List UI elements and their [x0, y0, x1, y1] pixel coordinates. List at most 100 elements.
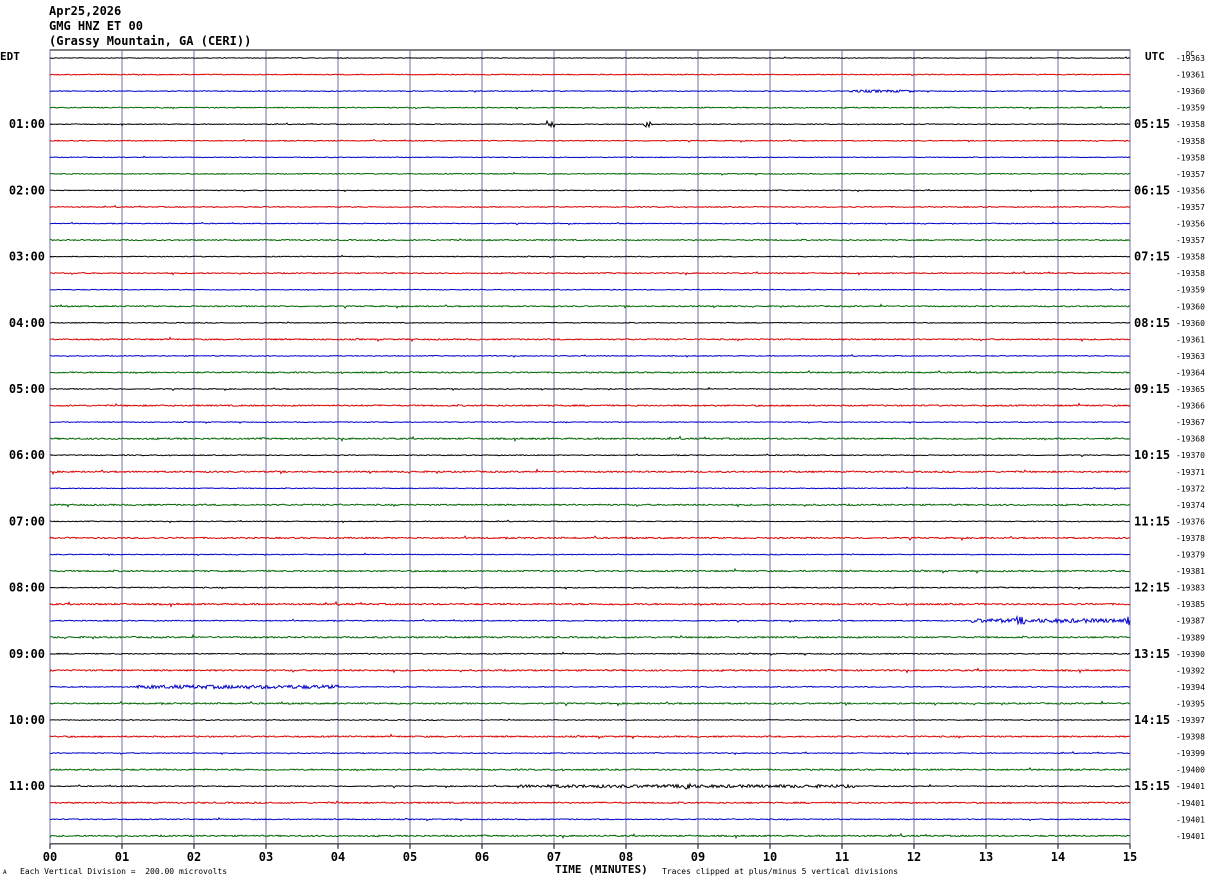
x-tick-label: 02	[187, 850, 201, 864]
x-tick-label: 06	[475, 850, 489, 864]
edt-hour-label: 03:00	[9, 250, 45, 264]
x-tick-label: 03	[259, 850, 273, 864]
trace-line	[49, 321, 1131, 324]
x-tick-label: 07	[547, 850, 561, 864]
edt-hour-label: 05:00	[9, 382, 45, 396]
dc-offset-label: -19360	[1176, 87, 1205, 96]
dc-offset-label: -19383	[1176, 584, 1205, 593]
x-tick-label: 08	[619, 850, 633, 864]
trace-line	[49, 567, 1131, 574]
dc-offset-label: -19358	[1176, 269, 1205, 278]
trace-line	[49, 766, 1131, 772]
trace-line	[49, 468, 1131, 476]
dc-offset-label: -19358	[1176, 137, 1205, 146]
dc-offset-label: -19357	[1176, 170, 1205, 179]
dc-offset-label: -19360	[1176, 302, 1205, 311]
trace-line	[49, 519, 1131, 524]
edt-hour-label: 09:00	[9, 647, 45, 661]
grid-lines	[49, 49, 1131, 849]
trace-line	[49, 420, 1131, 424]
trace-line	[49, 782, 1131, 790]
trace-line	[49, 386, 1131, 392]
dc-offset-label: -19359	[1176, 104, 1205, 113]
trace-line	[49, 204, 1131, 209]
dc-offset-label: -19363	[1176, 54, 1205, 63]
x-tick-label: 12	[907, 850, 921, 864]
dc-offset-label: -19400	[1176, 766, 1205, 775]
dc-offset-label: -19367	[1176, 418, 1205, 427]
trace-line	[49, 800, 1131, 805]
dc-offset-label: -19389	[1176, 633, 1205, 642]
x-tick-label: 11	[835, 850, 849, 864]
dc-offset-label: -19390	[1176, 650, 1205, 659]
trace-line	[49, 402, 1131, 408]
x-tick-label: 14	[1051, 850, 1065, 864]
trace-line	[49, 105, 1131, 110]
edt-hour-label: 01:00	[9, 117, 45, 131]
trace-line	[49, 453, 1131, 458]
utc-hour-label: 05:15	[1134, 117, 1170, 131]
utc-hour-label: 12:15	[1134, 581, 1170, 595]
footer-clip: Traces clipped at plus/minus 5 vertical …	[662, 867, 899, 876]
x-tick-label: 09	[691, 850, 705, 864]
trace-line	[49, 535, 1131, 542]
x-tick-label: 00	[43, 850, 57, 864]
dc-offset-label: -19361	[1176, 71, 1205, 80]
dc-offset-label: -19376	[1176, 517, 1205, 526]
dc-offset-label: -19360	[1176, 319, 1205, 328]
x-tick-label: 04	[331, 850, 345, 864]
utc-hour-label: 09:15	[1134, 382, 1170, 396]
trace-line	[49, 270, 1131, 276]
trace-line	[49, 221, 1131, 226]
dc-offset-label: -19401	[1176, 799, 1205, 808]
dc-offset-label: -19399	[1176, 749, 1205, 758]
footer-mark: A	[3, 869, 7, 876]
dc-offset-label: -19358	[1176, 120, 1205, 129]
trace-line	[50, 336, 1131, 343]
trace-line	[49, 700, 1131, 707]
trace-line	[49, 56, 1131, 59]
dc-offset-label: -19371	[1176, 468, 1205, 477]
utc-hour-label: 07:15	[1134, 250, 1170, 264]
trace-line	[49, 138, 1131, 143]
trace-line	[49, 503, 1131, 508]
dc-offset-label: -19365	[1176, 385, 1205, 394]
dc-offset-label: -19361	[1176, 335, 1205, 344]
utc-hour-label: 13:15	[1134, 647, 1170, 661]
x-axis-title: TIME (MINUTES)	[555, 863, 648, 876]
trace-line	[49, 188, 1131, 193]
axis-labels: 00 01 02 03 04 05 06 07 08 09 10 11 12 13 14 15 -19363 -1…	[9, 54, 1205, 864]
x-tick-label: 15	[1123, 850, 1137, 864]
trace-line	[49, 354, 1131, 358]
edt-hour-label: 08:00	[9, 581, 45, 595]
utc-hour-label: 08:15	[1134, 316, 1170, 330]
dc-offset-label: -19370	[1176, 451, 1205, 460]
x-tick-label: 01	[115, 850, 129, 864]
edt-hour-label: 02:00	[9, 183, 45, 197]
trace-line	[49, 486, 1131, 491]
dc-offset-label: -19368	[1176, 435, 1205, 444]
edt-hour-label: 07:00	[9, 514, 45, 528]
dc-offset-label: -19359	[1176, 286, 1205, 295]
x-tick-label: 10	[763, 850, 777, 864]
dc-offset-label: -19395	[1176, 699, 1205, 708]
dc-offset-label: -19401	[1176, 782, 1205, 791]
helicorder-plot: 00 01 02 03 04 05 06 07 08 09 10 11 12 13 14 15 -19363 -1…	[9, 49, 1205, 864]
dc-offset-label: -19372	[1176, 484, 1205, 493]
dc-offset-label: -19374	[1176, 501, 1205, 510]
trace-line	[49, 73, 1131, 77]
dc-offset-label: -19394	[1176, 683, 1205, 692]
utc-hour-label: 15:15	[1134, 779, 1170, 793]
trace-line	[49, 816, 1131, 822]
utc-hour-label: 10:15	[1134, 448, 1170, 462]
trace-line	[49, 718, 1131, 722]
dc-offset-label: -19358	[1176, 153, 1205, 162]
dc-offset-label: -19357	[1176, 236, 1205, 245]
trace-line	[49, 683, 1131, 691]
plot-frame	[49, 49, 1131, 845]
dc-offset-label: -19398	[1176, 733, 1205, 742]
trace-line	[49, 155, 1131, 159]
dc-offset-label: -19356	[1176, 186, 1205, 195]
dc-offset-label: -19401	[1176, 815, 1205, 824]
dc-offset-label: -19385	[1176, 600, 1205, 609]
